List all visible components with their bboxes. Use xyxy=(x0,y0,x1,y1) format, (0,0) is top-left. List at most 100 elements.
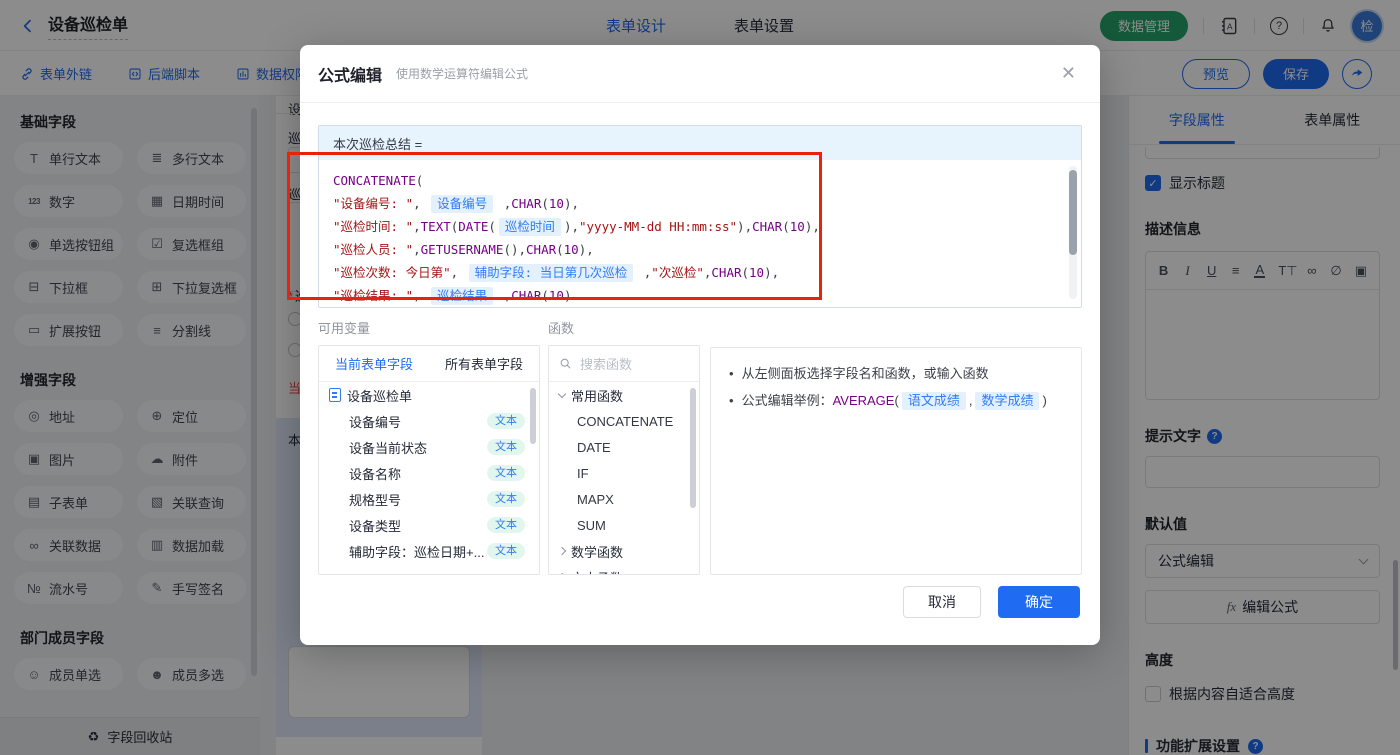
field-chip: 数学成绩 xyxy=(975,392,1039,410)
variable-item[interactable]: 设备名称文本 xyxy=(319,460,539,486)
variable-root-label: 设备巡检单 xyxy=(347,386,412,405)
formula-token: (), xyxy=(503,242,526,257)
formula-line: "巡检次数: 今日第", 辅助字段: 当日第几次巡检 ,"次巡检",CHAR(1… xyxy=(333,261,1057,284)
formula-token: "巡检次数: 今日第" xyxy=(333,265,451,280)
formula-token: , xyxy=(636,265,651,280)
variable-tree-root[interactable]: 设备巡检单 xyxy=(319,382,539,408)
function-group-label: 文本函数 xyxy=(571,568,623,576)
field-type-badge: 文本 xyxy=(487,439,525,455)
formula-token: ( xyxy=(894,393,898,408)
formula-token: , xyxy=(451,265,466,280)
variable-item[interactable]: 辅助字段：巡检日期+...文本 xyxy=(319,538,539,564)
formula-token: "巡检时间: " xyxy=(333,219,413,234)
formula-token: "巡检人员: " xyxy=(333,242,413,257)
functions-scrollbar[interactable] xyxy=(690,388,696,508)
variable-item[interactable]: 规格型号 文本 xyxy=(319,486,539,512)
close-icon[interactable]: ✕ xyxy=(1061,63,1076,84)
tip-example: 公式编辑举例：AVERAGE(语文成绩,数学成绩) xyxy=(742,390,1047,412)
variables-scrollbar[interactable] xyxy=(530,388,536,444)
formula-token: CHAR xyxy=(752,219,782,234)
formula-token: , xyxy=(413,288,428,303)
cancel-button[interactable]: 取消 xyxy=(903,586,981,618)
variable-name: 设备编号 xyxy=(349,412,401,431)
formula-token: TEXT xyxy=(421,219,451,234)
formula-token: ) xyxy=(1042,393,1046,408)
formula-result-label: 本次巡检总结 = xyxy=(319,126,1081,160)
formula-token: ( xyxy=(488,219,496,234)
function-group[interactable]: 文本函数 xyxy=(549,564,699,575)
variable-name: 设备当前状态 xyxy=(349,438,427,457)
formula-token: "设备编号: " xyxy=(333,196,413,211)
functions-label: 函数 xyxy=(548,318,574,337)
tab-all-form-fields[interactable]: 所有表单字段 xyxy=(429,346,539,381)
formula-token: ( xyxy=(742,265,750,280)
formula-token: ), xyxy=(764,265,779,280)
tab-current-form-fields[interactable]: 当前表单字段 xyxy=(319,346,429,381)
formula-token: ( xyxy=(416,173,424,188)
formula-tips: •从左侧面板选择字段名和函数，或输入函数 •公式编辑举例：AVERAGE(语文成… xyxy=(710,347,1082,575)
field-type-badge: 文本 xyxy=(487,413,525,429)
formula-token: CONCATENATE xyxy=(333,173,416,188)
function-search-input[interactable]: 搜索函数 xyxy=(549,346,699,382)
modal-subtitle: 使用数学运算符编辑公式 xyxy=(396,65,528,82)
function-group[interactable]: 数学函数 xyxy=(549,538,699,564)
formula-code-area[interactable]: CONCATENATE("设备编号: ", 设备编号 ,CHAR(10),"巡检… xyxy=(319,160,1081,308)
formula-token: "次巡检" xyxy=(651,265,704,280)
editor-scrollbar-thumb[interactable] xyxy=(1069,170,1077,255)
form-doc-icon xyxy=(329,388,341,402)
function-item[interactable]: DATE xyxy=(549,434,699,460)
function-group[interactable]: 常用函数 xyxy=(549,382,699,408)
variable-name: 设备名称 xyxy=(349,464,401,483)
function-group-label: 数学函数 xyxy=(571,542,623,561)
chevron-right-icon xyxy=(558,573,566,575)
formula-token: 10 xyxy=(564,242,579,257)
field-type-badge: 文本 xyxy=(487,517,525,533)
field-chip: 语文成绩 xyxy=(902,392,966,410)
variables-panel: 当前表单字段 所有表单字段 设备巡检单设备编号文本设备当前状态文本设备名称文本规… xyxy=(318,345,540,575)
function-item[interactable]: MAPX xyxy=(549,486,699,512)
formula-token: "巡检结果: " xyxy=(333,288,413,303)
function-item[interactable]: IF xyxy=(549,460,699,486)
formula-line: "巡检结果: ", 巡检结果 ,CHAR(10) xyxy=(333,284,1057,307)
function-item[interactable]: SUM xyxy=(549,512,699,538)
formula-token: ), xyxy=(805,219,820,234)
formula-token: ( xyxy=(556,242,564,257)
formula-token: , xyxy=(413,196,428,211)
field-chip[interactable]: 巡检结果 xyxy=(431,287,493,305)
modal-title: 公式编辑 xyxy=(318,62,382,86)
tip-prefix: 公式编辑举例： xyxy=(742,393,833,408)
variable-item[interactable]: 设备编号 文本 xyxy=(319,408,539,434)
functions-panel: 搜索函数 常用函数 CONCATENATEDATEIFMAPXSUM 数学函数文本函… xyxy=(548,345,700,575)
formula-token: ( xyxy=(782,219,790,234)
field-chip[interactable]: 设备编号 xyxy=(431,195,493,213)
chevron-down-icon xyxy=(558,389,566,397)
function-item[interactable]: CONCATENATE xyxy=(549,408,699,434)
formula-token: ) xyxy=(564,288,572,303)
function-group-label: 常用函数 xyxy=(571,386,623,405)
variable-name: 设备类型 xyxy=(349,516,401,535)
formula-token: CHAR xyxy=(511,196,541,211)
formula-token: , xyxy=(969,393,973,408)
formula-token: CHAR xyxy=(511,288,541,303)
variable-item[interactable]: 设备当前状态 文本 xyxy=(319,434,539,460)
formula-token: , xyxy=(413,242,421,257)
formula-token: , xyxy=(496,288,511,303)
variable-name: 规格型号 xyxy=(349,490,401,509)
field-chip[interactable]: 辅助字段: 当日第几次巡检 xyxy=(469,264,634,282)
search-icon xyxy=(559,357,572,370)
variable-item[interactable]: 设备类型 文本 xyxy=(319,512,539,538)
confirm-button[interactable]: 确定 xyxy=(998,586,1080,618)
formula-token: ( xyxy=(541,196,549,211)
formula-token: 10 xyxy=(790,219,805,234)
formula-token: CHAR xyxy=(711,265,741,280)
formula-token: 10 xyxy=(549,196,564,211)
formula-line: "巡检时间: ",TEXT(DATE(巡检时间),"yyyy-MM-dd HH:… xyxy=(333,215,1057,238)
tip-text: 从左侧面板选择字段名和函数，或输入函数 xyxy=(742,363,989,385)
formula-editor[interactable]: 本次巡检总结 = CONCATENATE("设备编号: ", 设备编号 ,CHA… xyxy=(318,125,1082,308)
chevron-right-icon xyxy=(558,547,566,555)
field-chip[interactable]: 巡检时间 xyxy=(499,218,561,236)
variables-label: 可用变量 xyxy=(318,318,370,337)
formula-line: "设备编号: ", 设备编号 ,CHAR(10), xyxy=(333,192,1057,215)
formula-token: ), xyxy=(564,219,579,234)
field-type-badge: 文本 xyxy=(487,491,525,507)
